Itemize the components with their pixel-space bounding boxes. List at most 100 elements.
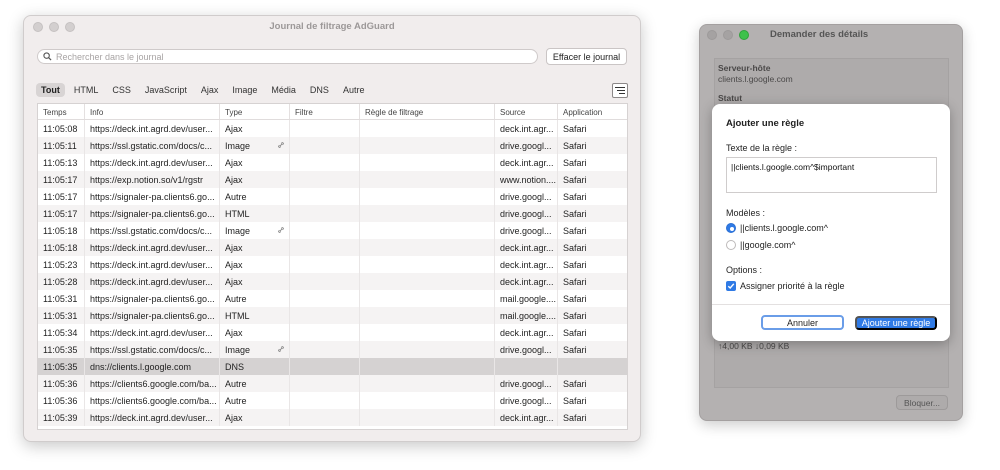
cell-info: https://signaler-pa.clients6.go... (85, 290, 220, 307)
cell-source: www.notion.... (495, 171, 558, 188)
cell-application: Safari (558, 239, 627, 256)
table-row[interactable]: 11:05:36 https://clients6.google.com/ba..… (38, 392, 627, 409)
table-row[interactable]: 11:05:39 https://deck.int.agrd.dev/user..… (38, 409, 627, 426)
template-radio[interactable] (726, 223, 736, 233)
cell-filter (290, 239, 360, 256)
minimize-window-button[interactable] (723, 30, 733, 40)
cell-time: 11:05:13 (38, 154, 85, 171)
cell-time: 11:05:36 (38, 375, 85, 392)
table-body: 11:05:08 https://deck.int.agrd.dev/user..… (38, 120, 627, 426)
table-row[interactable]: 11:05:18 https://ssl.gstatic.com/docs/c..… (38, 222, 627, 239)
column-header[interactable]: Source (495, 104, 558, 119)
column-header[interactable]: Filtre (290, 104, 360, 119)
search-input[interactable] (56, 51, 516, 62)
filter-tab-autre[interactable]: Autre (338, 83, 370, 97)
cell-time: 11:05:39 (38, 409, 85, 426)
cell-filter (290, 273, 360, 290)
menu-line-icon (619, 93, 625, 94)
table-row[interactable]: 11:05:35 dns://clients.l.google.com DNS (38, 358, 627, 375)
cell-time: 11:05:31 (38, 290, 85, 307)
cell-time: 11:05:18 (38, 222, 85, 239)
add-rule-button[interactable]: Ajouter une règle (855, 316, 937, 330)
column-header[interactable]: Règle de filtrage (360, 104, 495, 119)
clear-log-button[interactable]: Effacer le journal (546, 48, 627, 65)
cell-filter (290, 188, 360, 205)
cell-rule (360, 307, 495, 324)
table-row[interactable]: 11:05:13 https://deck.int.agrd.dev/user..… (38, 154, 627, 171)
link-icon (278, 142, 284, 148)
cell-application: Safari (558, 375, 627, 392)
cell-info: https://deck.int.agrd.dev/user... (85, 154, 220, 171)
column-header[interactable]: Application (558, 104, 627, 119)
window-title: Journal de filtrage AdGuard (269, 21, 395, 32)
cell-time: 11:05:18 (38, 239, 85, 256)
template-radio[interactable] (726, 240, 736, 250)
cell-type: Autre (220, 290, 290, 307)
table-row[interactable]: 11:05:17 https://signaler-pa.clients6.go.… (38, 205, 627, 222)
cell-info: https://ssl.gstatic.com/docs/c... (85, 137, 220, 154)
menu-line-icon (615, 87, 625, 88)
zoom-window-button[interactable] (739, 30, 749, 40)
cell-application: Safari (558, 222, 627, 239)
cell-time: 11:05:08 (38, 120, 85, 137)
template-option[interactable]: ||clients.l.google.com^ (726, 223, 828, 233)
cell-filter (290, 154, 360, 171)
table-row[interactable]: 11:05:35 https://ssl.gstatic.com/docs/c..… (38, 341, 627, 358)
cell-rule (360, 341, 495, 358)
table-row[interactable]: 11:05:31 https://signaler-pa.clients6.go.… (38, 307, 627, 324)
cell-time: 11:05:34 (38, 324, 85, 341)
table-row[interactable]: 11:05:34 https://deck.int.agrd.dev/user..… (38, 324, 627, 341)
cell-time: 11:05:17 (38, 205, 85, 222)
table-row[interactable]: 11:05:18 https://deck.int.agrd.dev/user..… (38, 239, 627, 256)
filter-tab-javascript[interactable]: JavaScript (140, 83, 192, 97)
cell-time: 11:05:17 (38, 188, 85, 205)
cell-filter (290, 341, 360, 358)
column-header[interactable]: Temps (38, 104, 85, 119)
block-button[interactable]: Bloquer... (896, 395, 948, 410)
cell-filter (290, 205, 360, 222)
filter-tab-dns[interactable]: DNS (305, 83, 334, 97)
cell-type: Ajax (220, 256, 290, 273)
cell-application: Safari (558, 273, 627, 290)
cell-application: Safari (558, 154, 627, 171)
cell-time: 11:05:35 (38, 358, 85, 375)
menu-line-icon (617, 90, 625, 91)
filter-tab-image[interactable]: Image (227, 83, 262, 97)
filter-tab-html[interactable]: HTML (69, 83, 104, 97)
cell-rule (360, 375, 495, 392)
columns-menu-button[interactable] (612, 83, 628, 98)
table-row[interactable]: 11:05:36 https://clients6.google.com/ba..… (38, 375, 627, 392)
filter-tab-tout[interactable]: Tout (36, 83, 65, 97)
cell-application: Safari (558, 171, 627, 188)
search-row: Effacer le journal (37, 48, 627, 65)
table-row[interactable]: 11:05:17 https://signaler-pa.clients6.go.… (38, 188, 627, 205)
table-row[interactable]: 11:05:08 https://deck.int.agrd.dev/user..… (38, 120, 627, 137)
cell-rule (360, 120, 495, 137)
rule-text-field[interactable]: ||clients.l.google.com^$important (726, 157, 937, 193)
table-row[interactable]: 11:05:23 https://deck.int.agrd.dev/user..… (38, 256, 627, 273)
cell-source: mail.google.... (495, 290, 558, 307)
cell-type: Autre (220, 392, 290, 409)
cell-info: dns://clients.l.google.com (85, 358, 220, 375)
cell-filter (290, 290, 360, 307)
cancel-button[interactable]: Annuler (761, 315, 844, 330)
search-box[interactable] (37, 49, 538, 64)
cell-type: Image (220, 137, 290, 154)
filter-tab-ajax[interactable]: Ajax (196, 83, 224, 97)
column-header[interactable]: Info (85, 104, 220, 119)
cell-filter (290, 358, 360, 375)
table-row[interactable]: 11:05:28 https://deck.int.agrd.dev/user..… (38, 273, 627, 290)
table-row[interactable]: 11:05:11 https://ssl.gstatic.com/docs/c..… (38, 137, 627, 154)
template-option[interactable]: ||google.com^ (726, 240, 795, 250)
cell-info: https://deck.int.agrd.dev/user... (85, 256, 220, 273)
table-row[interactable]: 11:05:17 https://exp.notion.so/v1/rgstr Aj… (38, 171, 627, 188)
cell-filter (290, 171, 360, 188)
priority-checkbox[interactable] (726, 281, 736, 291)
close-window-button[interactable] (707, 30, 717, 40)
priority-option[interactable]: Assigner priorité à la règle (726, 281, 845, 291)
filter-tab-média[interactable]: Média (266, 83, 301, 97)
table-row[interactable]: 11:05:31 https://signaler-pa.clients6.go.… (38, 290, 627, 307)
filter-tab-css[interactable]: CSS (107, 83, 136, 97)
rule-text-label: Texte de la règle : (726, 143, 798, 153)
column-header[interactable]: Type (220, 104, 290, 119)
